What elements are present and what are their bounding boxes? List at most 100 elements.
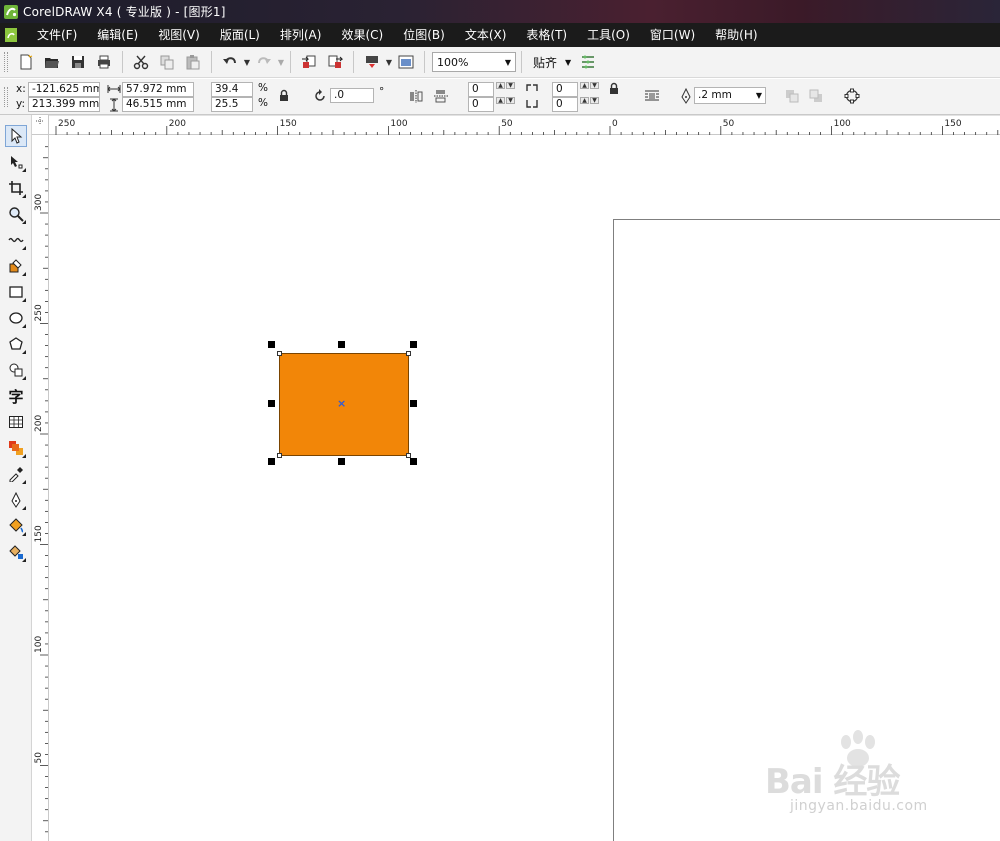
menu-table[interactable]: 表格(T) — [516, 23, 577, 47]
menu-effects[interactable]: 效果(C) — [331, 23, 393, 47]
corner-radius-top-right-input[interactable]: 0 — [552, 82, 578, 97]
freehand-tool[interactable] — [5, 229, 27, 251]
selection-handle-top[interactable] — [338, 341, 345, 348]
object-width-input[interactable]: 57.972 mm — [122, 82, 194, 97]
lock-corners-icon[interactable] — [606, 81, 622, 97]
corner-radius-bottom-left-down[interactable]: ▼ — [506, 97, 515, 104]
import-button[interactable] — [298, 51, 320, 73]
corner-radius-top-right-down[interactable]: ▼ — [590, 82, 599, 89]
new-document-button[interactable] — [15, 51, 37, 73]
zoom-tool[interactable] — [5, 203, 27, 225]
mirror-vertical-icon[interactable] — [433, 88, 449, 104]
selection-handle-top-left[interactable] — [268, 341, 275, 348]
to-back-icon[interactable] — [808, 88, 824, 104]
text-tool[interactable]: 字 — [5, 385, 27, 407]
lock-ratio-icon[interactable] — [276, 88, 292, 104]
selection-handle-bottom[interactable] — [338, 458, 345, 465]
corner-radius-bottom-left-up[interactable]: ▲ — [496, 97, 505, 104]
selection-handle-bottom-left[interactable] — [268, 458, 275, 465]
corner-radius-top-right-up[interactable]: ▲ — [580, 82, 589, 89]
menu-help[interactable]: 帮助(H) — [705, 23, 767, 47]
redo-dropdown[interactable]: ▼ — [277, 51, 285, 73]
menu-bitmaps[interactable]: 位图(B) — [393, 23, 455, 47]
application-launcher-dropdown[interactable]: ▼ — [385, 51, 393, 73]
selection-handle-bottom-right[interactable] — [410, 458, 417, 465]
save-button[interactable] — [67, 51, 89, 73]
rotation-center-icon[interactable]: × — [337, 398, 346, 409]
corner-radius-top-left-down[interactable]: ▼ — [506, 82, 515, 89]
fill-tool[interactable] — [5, 515, 27, 537]
outline-width-select[interactable]: .2 mm ▼ — [694, 87, 766, 104]
ruler-origin[interactable] — [32, 115, 49, 135]
undo-dropdown[interactable]: ▼ — [243, 51, 251, 73]
pick-tool[interactable] — [5, 125, 27, 147]
selection-handle-left[interactable] — [268, 400, 275, 407]
x-position-input[interactable]: -121.625 mm — [28, 82, 100, 97]
corner-radius-bottom-left-input[interactable]: 0 — [468, 97, 494, 112]
rectangle-tool[interactable] — [5, 281, 27, 303]
propbar-grip[interactable] — [4, 87, 8, 107]
horizontal-ruler[interactable]: 250 200 150 100 50 0 50 100 150 — [32, 115, 1000, 135]
options-button[interactable] — [577, 51, 599, 73]
cut-button[interactable] — [130, 51, 152, 73]
scale-width-input[interactable]: 39.4 — [211, 82, 253, 97]
new-document-icon — [20, 54, 33, 70]
scale-height-input[interactable]: 25.5 — [211, 97, 253, 112]
smart-fill-tool[interactable] — [5, 255, 27, 277]
zoom-level-select[interactable]: 100% ▼ — [432, 52, 516, 72]
rectangle-node[interactable] — [277, 453, 282, 458]
convert-to-curves-icon[interactable] — [844, 88, 860, 104]
document-icon[interactable] — [3, 27, 19, 43]
mirror-horizontal-icon[interactable] — [408, 88, 424, 104]
export-button[interactable] — [324, 51, 346, 73]
toolbar-grip[interactable] — [4, 52, 8, 72]
copy-icon — [160, 55, 174, 70]
corner-radius-top-left-up[interactable]: ▲ — [496, 82, 505, 89]
interactive-blend-tool[interactable] — [5, 437, 27, 459]
ruler-label: 250 — [58, 119, 75, 129]
scale-width-percent: % — [258, 82, 268, 94]
open-button[interactable] — [41, 51, 63, 73]
snap-to-menu[interactable]: 贴齐 ▼ — [533, 54, 571, 71]
eyedropper-tool[interactable] — [5, 463, 27, 485]
ellipse-tool[interactable] — [5, 307, 27, 329]
welcome-screen-button[interactable] — [395, 51, 417, 73]
paste-button[interactable] — [182, 51, 204, 73]
application-launcher-button[interactable] — [361, 51, 383, 73]
menu-tools[interactable]: 工具(O) — [577, 23, 640, 47]
undo-button[interactable] — [219, 51, 241, 73]
rectangle-node[interactable] — [277, 351, 282, 356]
corner-radius-bottom-right-down[interactable]: ▼ — [590, 97, 599, 104]
polygon-tool[interactable] — [5, 333, 27, 355]
corner-radius-bottom-right-up[interactable]: ▲ — [580, 97, 589, 104]
basic-shapes-tool[interactable] — [5, 359, 27, 381]
y-position-input[interactable]: 213.399 mm — [28, 97, 100, 112]
object-height-input[interactable]: 46.515 mm — [122, 97, 194, 112]
corner-radius-top-left-input[interactable]: 0 — [468, 82, 494, 97]
shape-tool[interactable] — [5, 151, 27, 173]
selection-handle-top-right[interactable] — [410, 341, 417, 348]
to-front-icon[interactable] — [784, 88, 800, 104]
print-icon — [98, 55, 110, 69]
menu-edit[interactable]: 编辑(E) — [87, 23, 148, 47]
print-button[interactable] — [93, 51, 115, 73]
crop-tool[interactable] — [5, 177, 27, 199]
menu-arrange[interactable]: 排列(A) — [270, 23, 332, 47]
outline-tool[interactable] — [5, 489, 27, 511]
interactive-fill-tool[interactable] — [5, 541, 27, 563]
copy-button[interactable] — [156, 51, 178, 73]
table-tool[interactable] — [5, 411, 27, 433]
rectangle-node[interactable] — [406, 351, 411, 356]
menu-file[interactable]: 文件(F) — [27, 23, 87, 47]
corner-radius-bottom-right-input[interactable]: 0 — [552, 97, 578, 112]
rotation-angle-input[interactable]: .0 — [330, 88, 374, 103]
menu-text[interactable]: 文本(X) — [455, 23, 517, 47]
menu-layout[interactable]: 版面(L) — [210, 23, 270, 47]
redo-button[interactable] — [253, 51, 275, 73]
menu-view[interactable]: 视图(V) — [148, 23, 210, 47]
selection-handle-right[interactable] — [410, 400, 417, 407]
menu-window[interactable]: 窗口(W) — [640, 23, 705, 47]
ruler-label: 0 — [612, 119, 618, 129]
vertical-ruler[interactable]: 300 250 200 150 100 50 — [32, 135, 49, 841]
wrap-paragraph-text-icon[interactable] — [644, 88, 660, 104]
